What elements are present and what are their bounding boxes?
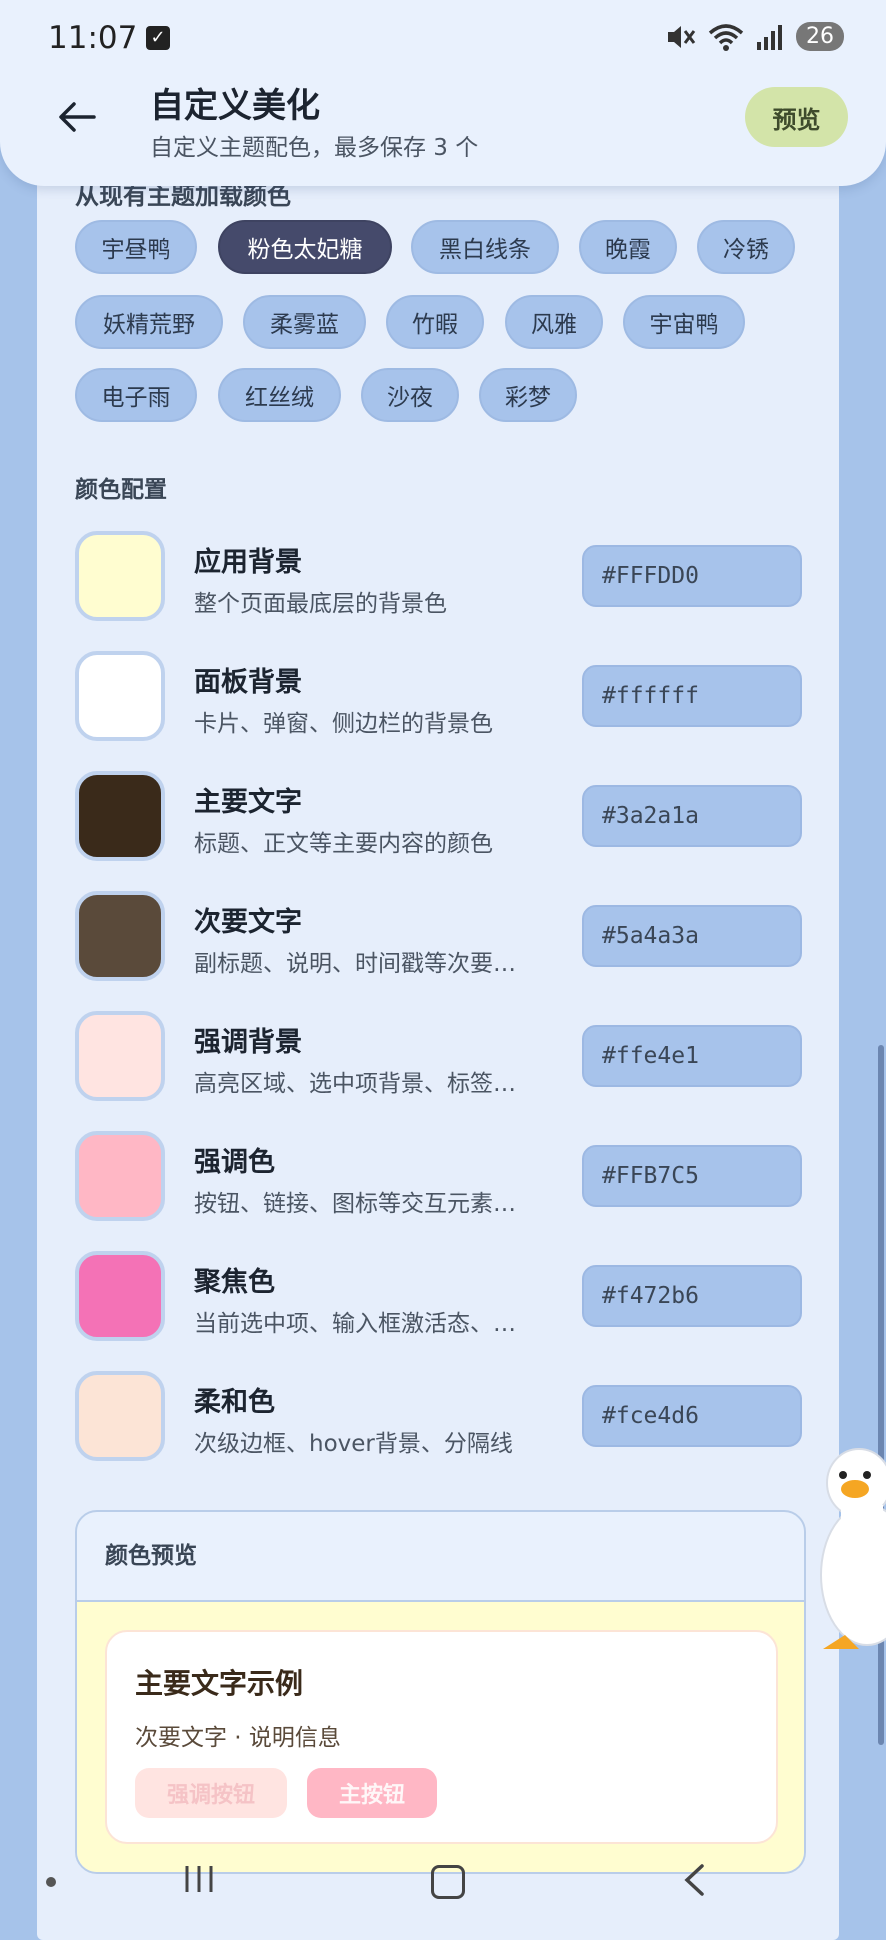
sample-accent-button[interactable]: 强调按钮 <box>135 1768 287 1818</box>
color-swatch-accent[interactable] <box>75 1131 165 1221</box>
theme-chip[interactable]: 电子雨 <box>75 368 197 422</box>
color-swatch-panel-bg[interactable] <box>75 651 165 741</box>
sample-primary-button[interactable]: 主按钮 <box>307 1768 437 1818</box>
color-desc: 副标题、说明、时间戳等次要… <box>194 951 516 977</box>
color-config-heading: 颜色配置 <box>75 477 167 503</box>
nav-indicator-dot <box>46 1877 56 1887</box>
color-swatch-soft[interactable] <box>75 1371 165 1461</box>
hex-input[interactable]: #fce4d6 <box>582 1385 802 1447</box>
color-name: 强调背景 <box>194 1027 302 1058</box>
color-desc: 次级边框、hover背景、分隔线 <box>194 1431 513 1457</box>
status-icons: 26 <box>666 22 844 51</box>
signal-icon <box>757 24 782 50</box>
back-arrow-icon[interactable] <box>56 95 100 139</box>
hex-input[interactable]: #FFFDD0 <box>582 545 802 607</box>
color-swatch-accent-bg[interactable] <box>75 1011 165 1101</box>
hex-input[interactable]: #ffffff <box>582 665 802 727</box>
color-preview-card: 颜色预览 主要文字示例 次要文字 · 说明信息 强调按钮 主按钮 <box>75 1510 806 1874</box>
app-header: 11:07 ✓ 26 自定义美化 自定义主题配色，最多保存 3 个 预览 <box>0 0 886 186</box>
page-title: 自定义美化 <box>150 86 320 126</box>
duck-mascot-icon[interactable] <box>815 1425 886 1655</box>
theme-chip[interactable]: 宇宙鸭 <box>623 295 745 349</box>
theme-chip[interactable]: 竹暇 <box>386 295 484 349</box>
color-swatch-app-bg[interactable] <box>75 531 165 621</box>
theme-chip[interactable]: 风雅 <box>505 295 603 349</box>
preview-body: 主要文字示例 次要文字 · 说明信息 强调按钮 主按钮 <box>77 1602 804 1872</box>
preview-heading: 颜色预览 <box>77 1512 804 1602</box>
sample-card: 主要文字示例 次要文字 · 说明信息 强调按钮 主按钮 <box>105 1630 778 1844</box>
theme-chip[interactable]: 彩梦 <box>479 368 577 422</box>
theme-chip[interactable]: 沙夜 <box>361 368 459 422</box>
color-name: 聚焦色 <box>194 1267 275 1298</box>
color-swatch-focus[interactable] <box>75 1251 165 1341</box>
color-swatch-secondary-text[interactable] <box>75 891 165 981</box>
preview-button[interactable]: 预览 <box>745 87 848 147</box>
battery-indicator: 26 <box>796 22 844 51</box>
color-desc: 卡片、弹窗、侧边栏的背景色 <box>194 711 493 737</box>
sample-title: 主要文字示例 <box>135 1667 304 1700</box>
color-name: 柔和色 <box>194 1387 275 1418</box>
system-nav-bar <box>0 1845 886 1920</box>
home-icon[interactable] <box>431 1865 465 1899</box>
color-desc: 高亮区域、选中项背景、标签… <box>194 1071 516 1097</box>
color-desc: 整个页面最底层的背景色 <box>194 591 447 617</box>
color-desc: 按钮、链接、图标等交互元素… <box>194 1191 516 1217</box>
theme-chip[interactable]: 柔雾蓝 <box>243 295 366 349</box>
wifi-icon <box>708 23 744 51</box>
color-name: 次要文字 <box>194 907 302 938</box>
hex-input[interactable]: #3a2a1a <box>582 785 802 847</box>
recents-icon[interactable] <box>183 1863 215 1895</box>
hex-input[interactable]: #5a4a3a <box>582 905 802 967</box>
theme-chip[interactable]: 冷锈 <box>697 220 795 274</box>
color-swatch-primary-text[interactable] <box>75 771 165 861</box>
back-nav-icon[interactable] <box>682 1863 706 1897</box>
page-subtitle: 自定义主题配色，最多保存 3 个 <box>150 135 479 161</box>
color-name: 面板背景 <box>194 667 302 698</box>
color-desc: 标题、正文等主要内容的颜色 <box>194 831 493 857</box>
hex-input[interactable]: #FFB7C5 <box>582 1145 802 1207</box>
theme-chip[interactable]: 晚霞 <box>579 220 677 274</box>
theme-chip[interactable]: 宇昼鸭 <box>75 220 197 274</box>
checkbox-notification-icon: ✓ <box>146 26 170 50</box>
theme-chip[interactable]: 妖精荒野 <box>75 295 223 349</box>
color-name: 应用背景 <box>194 547 302 578</box>
color-desc: 当前选中项、输入框激活态、… <box>194 1311 516 1337</box>
sample-subtitle: 次要文字 · 说明信息 <box>135 1725 341 1751</box>
hex-input[interactable]: #ffe4e1 <box>582 1025 802 1087</box>
hex-input[interactable]: #f472b6 <box>582 1265 802 1327</box>
theme-chip-selected[interactable]: 粉色太妃糖 <box>218 220 392 274</box>
status-time: 11:07 <box>48 20 138 56</box>
theme-chip[interactable]: 红丝绒 <box>218 368 341 422</box>
theme-chip[interactable]: 黑白线条 <box>411 220 559 274</box>
color-name: 主要文字 <box>194 787 302 818</box>
color-name: 强调色 <box>194 1147 275 1178</box>
mute-icon <box>668 25 696 48</box>
